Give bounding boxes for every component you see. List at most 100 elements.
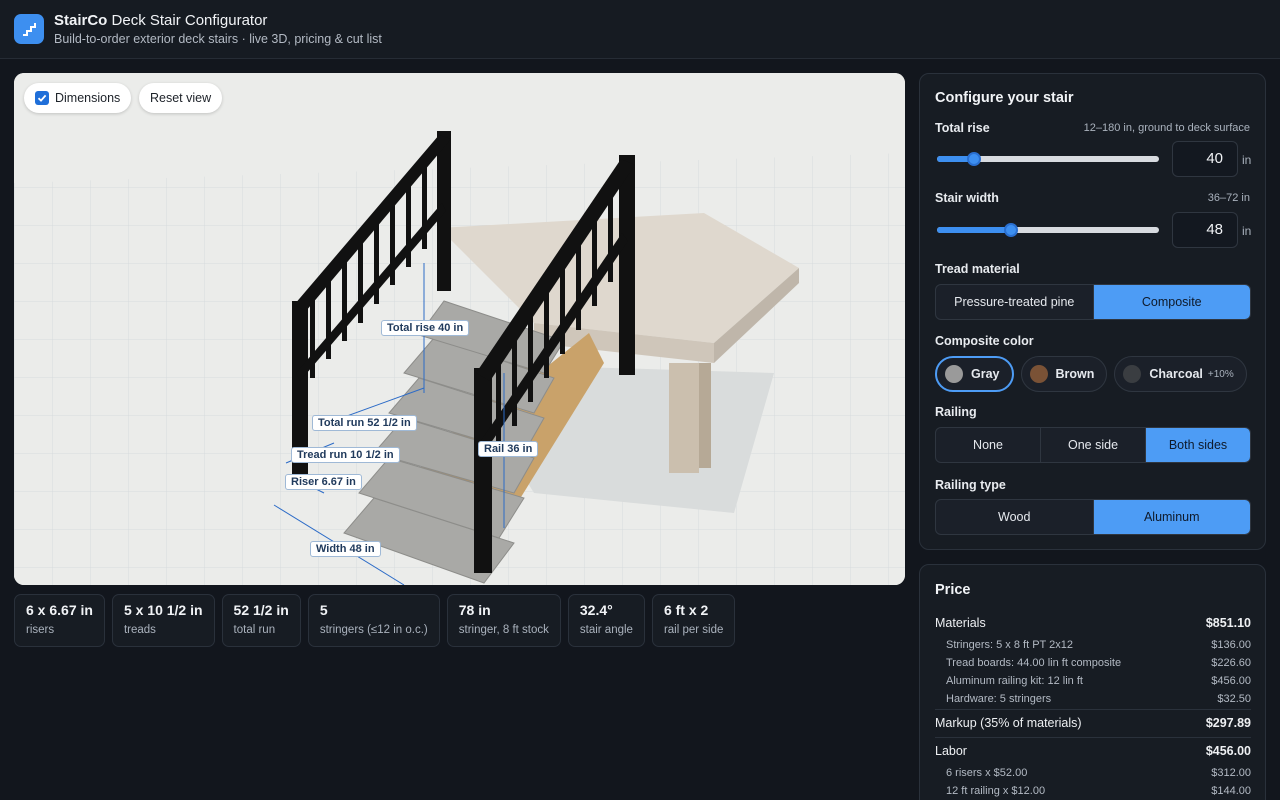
gray-swatch-icon xyxy=(945,365,963,383)
railing-type-wood[interactable]: Wood xyxy=(936,500,1094,534)
price-materials-row: Materials $851.10 xyxy=(935,616,1251,630)
item-amount: $456.00 xyxy=(1211,675,1251,687)
stat-value: 78 in xyxy=(458,602,491,618)
tread-material-segmented[interactable]: Pressure-treated pine Composite xyxy=(935,284,1251,320)
railing-type-aluminum[interactable]: Aluminum xyxy=(1093,500,1250,534)
total-rise-label: Total rise xyxy=(935,121,990,135)
color-chip-gray[interactable]: Gray xyxy=(935,356,1014,392)
item-amount: $136.00 xyxy=(1211,639,1251,651)
total-rise-slider[interactable] xyxy=(937,152,1159,166)
stat-label: treads xyxy=(123,624,156,636)
stat-label: rail per side xyxy=(663,624,724,636)
stat-rail-per-side: 6 ft x 2 rail per side xyxy=(651,594,736,647)
price-line-item: Hardware: 5 stringers $32.50 xyxy=(946,693,1251,705)
color-chip-brown[interactable]: Brown xyxy=(1020,356,1108,392)
stat-treads: 5 x 10 1/2 in treads xyxy=(111,594,215,647)
price-markup-row: Markup (35% of materials) $297.89 xyxy=(935,716,1251,730)
dim-label-total-run: Total run 52 1/2 in xyxy=(312,415,417,431)
item-label: Stringers: 5 x 8 ft PT 2x12 xyxy=(946,639,1073,651)
item-label: 6 risers x $52.00 xyxy=(946,767,1028,779)
brand-name: StairCo xyxy=(54,12,108,29)
stat-label: stringer, 8 ft stock xyxy=(458,624,549,636)
item-label: Hardware: 5 stringers xyxy=(946,693,1052,705)
stat-value: 5 xyxy=(319,602,328,618)
row-label: Materials xyxy=(935,616,986,630)
stat-label: total run xyxy=(233,624,276,636)
row-label: Labor xyxy=(935,744,967,758)
stat-value: 52 1/2 in xyxy=(233,602,289,618)
railing-option-one-side[interactable]: One side xyxy=(1041,428,1146,462)
stat-total-run: 52 1/2 in total run xyxy=(221,594,301,647)
dim-label-width: Width 48 in xyxy=(310,541,381,557)
composite-color-options: Gray Brown Charcoal +10% xyxy=(935,356,1247,392)
railing-label: Railing xyxy=(935,405,977,419)
row-amount: $456.00 xyxy=(1205,744,1251,758)
price-line-item: Tread boards: 44.00 lin ft composite $22… xyxy=(946,657,1251,669)
charcoal-swatch-icon xyxy=(1123,365,1142,383)
railing-option-both-sides[interactable]: Both sides xyxy=(1146,428,1250,462)
stat-value: 5 x 10 1/2 in xyxy=(123,602,203,618)
railing-type-segmented[interactable]: Wood Aluminum xyxy=(935,499,1251,535)
color-chip-charcoal[interactable]: Charcoal +10% xyxy=(1114,356,1247,392)
stat-stringers: 5 stringers (≤12 in o.c.) xyxy=(307,594,440,647)
dim-label-total-rise: Total rise 40 in xyxy=(381,320,470,336)
dimensions-toggle[interactable]: Dimensions xyxy=(24,83,132,113)
chip-label: Charcoal xyxy=(1149,367,1203,381)
dim-label-rail: Rail 36 in xyxy=(478,441,539,457)
app-title-text: Deck Stair Configurator xyxy=(111,12,268,29)
stair-width-input[interactable]: 48 xyxy=(1172,212,1238,248)
chip-surcharge: +10% xyxy=(1207,368,1234,380)
chip-label: Gray xyxy=(971,367,1000,381)
app-subtitle: Build-to-order exterior deck stairs · li… xyxy=(54,32,382,46)
total-rise-hint: 12–180 in, ground to deck surface xyxy=(1083,122,1250,134)
divider xyxy=(935,709,1251,710)
price-line-item: Stringers: 5 x 8 ft PT 2x12 $136.00 xyxy=(946,639,1251,651)
app-title: StairCo Deck Stair Configurator xyxy=(54,12,267,29)
dimensions-checkbox[interactable] xyxy=(35,91,49,105)
stat-value: 6 x 6.67 in xyxy=(26,602,93,618)
stair-width-slider[interactable] xyxy=(937,223,1159,237)
dim-label-riser: Riser 6.67 in xyxy=(285,474,362,490)
dim-label-tread-run: Tread run 10 1/2 in xyxy=(291,447,400,463)
row-amount: $851.10 xyxy=(1205,616,1251,630)
slider-fill xyxy=(937,227,1011,233)
stair-width-label: Stair width xyxy=(935,191,999,205)
dimensions-label: Dimensions xyxy=(55,91,121,105)
stat-label: stringers (≤12 in o.c.) xyxy=(319,624,428,636)
price-line-item: 12 ft railing x $12.00 $144.00 xyxy=(946,785,1251,797)
stat-label: risers xyxy=(26,624,55,636)
divider xyxy=(935,737,1251,738)
item-label: 12 ft railing x $12.00 xyxy=(946,785,1046,797)
stat-label: stair angle xyxy=(579,624,633,636)
total-rise-unit: in xyxy=(1242,153,1252,167)
3d-viewport[interactable]: Dimensions Reset view Total rise 40 in T… xyxy=(14,73,905,585)
slider-thumb[interactable] xyxy=(1003,223,1018,237)
stairs-logo-icon xyxy=(14,14,44,44)
railing-option-none[interactable]: None xyxy=(936,428,1041,462)
item-amount: $32.50 xyxy=(1217,693,1251,705)
stair-width-hint: 36–72 in xyxy=(1207,192,1250,204)
slider-thumb[interactable] xyxy=(967,152,981,166)
app-header: StairCo Deck Stair Configurator Build-to… xyxy=(0,0,1280,59)
stats-bar: 6 x 6.67 in risers 5 x 10 1/2 in treads … xyxy=(14,594,736,647)
stair-width-unit: in xyxy=(1242,224,1252,238)
item-label: Aluminum railing kit: 12 lin ft xyxy=(946,675,1083,687)
stat-stair-angle: 32.4° stair angle xyxy=(567,594,645,647)
price-line-item: 6 risers x $52.00 $312.00 xyxy=(946,767,1251,779)
brown-swatch-icon xyxy=(1029,365,1048,383)
reset-view-button[interactable]: Reset view xyxy=(139,83,223,113)
item-label: Tread boards: 44.00 lin ft composite xyxy=(946,657,1122,669)
tread-option-composite[interactable]: Composite xyxy=(1093,285,1250,319)
row-amount: $297.89 xyxy=(1205,716,1251,730)
tread-material-label: Tread material xyxy=(935,262,1020,276)
item-amount: $144.00 xyxy=(1211,785,1251,797)
item-amount: $226.60 xyxy=(1211,657,1251,669)
total-rise-input[interactable]: 40 xyxy=(1172,141,1238,177)
stat-value: 32.4° xyxy=(579,602,613,618)
railing-segmented[interactable]: None One side Both sides xyxy=(935,427,1251,463)
row-label: Markup (35% of materials) xyxy=(935,716,1082,730)
tread-option-pine[interactable]: Pressure-treated pine xyxy=(936,285,1094,319)
railing-type-label: Railing type xyxy=(935,478,1006,492)
configure-panel: Configure your stair Total rise 12–180 i… xyxy=(919,73,1266,550)
stat-value: 6 ft x 2 xyxy=(663,602,709,618)
